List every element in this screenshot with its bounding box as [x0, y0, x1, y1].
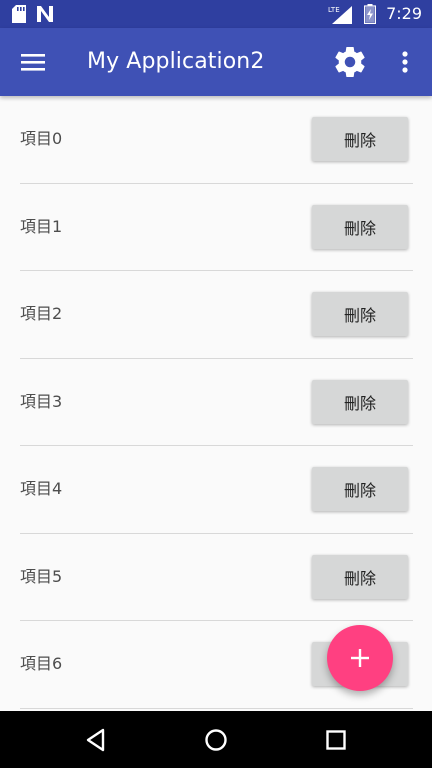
app-title: My Application2 — [87, 49, 265, 74]
delete-button[interactable]: 刪除 — [312, 467, 408, 511]
divider — [20, 707, 413, 709]
list-item: 項目0 刪除 — [0, 96, 432, 184]
delete-button[interactable]: 刪除 — [312, 117, 408, 161]
status-left-icons — [12, 5, 54, 23]
item-label: 項目3 — [20, 391, 63, 411]
svg-text:LTE: LTE — [328, 6, 340, 14]
n-notification-icon — [37, 6, 53, 22]
item-list: 項目0 刪除 項目1 刪除 項目2 刪除 項目3 刪除 項目4 刪除 項目5 刪… — [0, 96, 432, 709]
delete-button[interactable]: 刪除 — [312, 554, 408, 599]
item-label: 項目1 — [20, 216, 63, 236]
gear-icon[interactable] — [332, 44, 368, 80]
delete-button[interactable]: 刪除 — [312, 204, 408, 249]
clock: 7:29 — [386, 4, 422, 23]
sd-card-icon — [12, 5, 26, 23]
add-fab-button[interactable] — [327, 625, 393, 691]
home-circle-icon[interactable] — [201, 725, 231, 755]
item-label: 項目0 — [20, 129, 63, 148]
recents-square-icon[interactable] — [321, 725, 351, 755]
item-label: 項目6 — [20, 654, 63, 673]
battery-icon — [364, 4, 377, 24]
list-item: 項目3 刪除 — [0, 359, 432, 446]
app-bar: My Application2 — [0, 28, 432, 96]
system-nav-bar — [0, 711, 432, 768]
status-right-icons: LTE 7:29 — [328, 4, 422, 24]
back-triangle-icon[interactable] — [81, 725, 111, 755]
status-bar: LTE 7:29 — [0, 0, 432, 28]
item-label: 項目2 — [20, 304, 63, 323]
item-label: 項目4 — [20, 479, 63, 498]
list-item: 項目4 刪除 — [0, 446, 432, 534]
list-item: 項目2 刪除 — [0, 271, 432, 359]
plus-icon — [351, 649, 369, 667]
more-vert-icon[interactable] — [395, 48, 415, 76]
lte-signal-icon: LTE — [328, 6, 353, 24]
hamburger-menu-icon[interactable] — [18, 50, 48, 74]
item-label: 項目5 — [20, 566, 63, 586]
list-item: 項目1 刪除 — [0, 184, 432, 271]
delete-button[interactable]: 刪除 — [312, 379, 408, 424]
list-item: 項目5 刪除 — [0, 534, 432, 621]
delete-button[interactable]: 刪除 — [312, 292, 408, 336]
